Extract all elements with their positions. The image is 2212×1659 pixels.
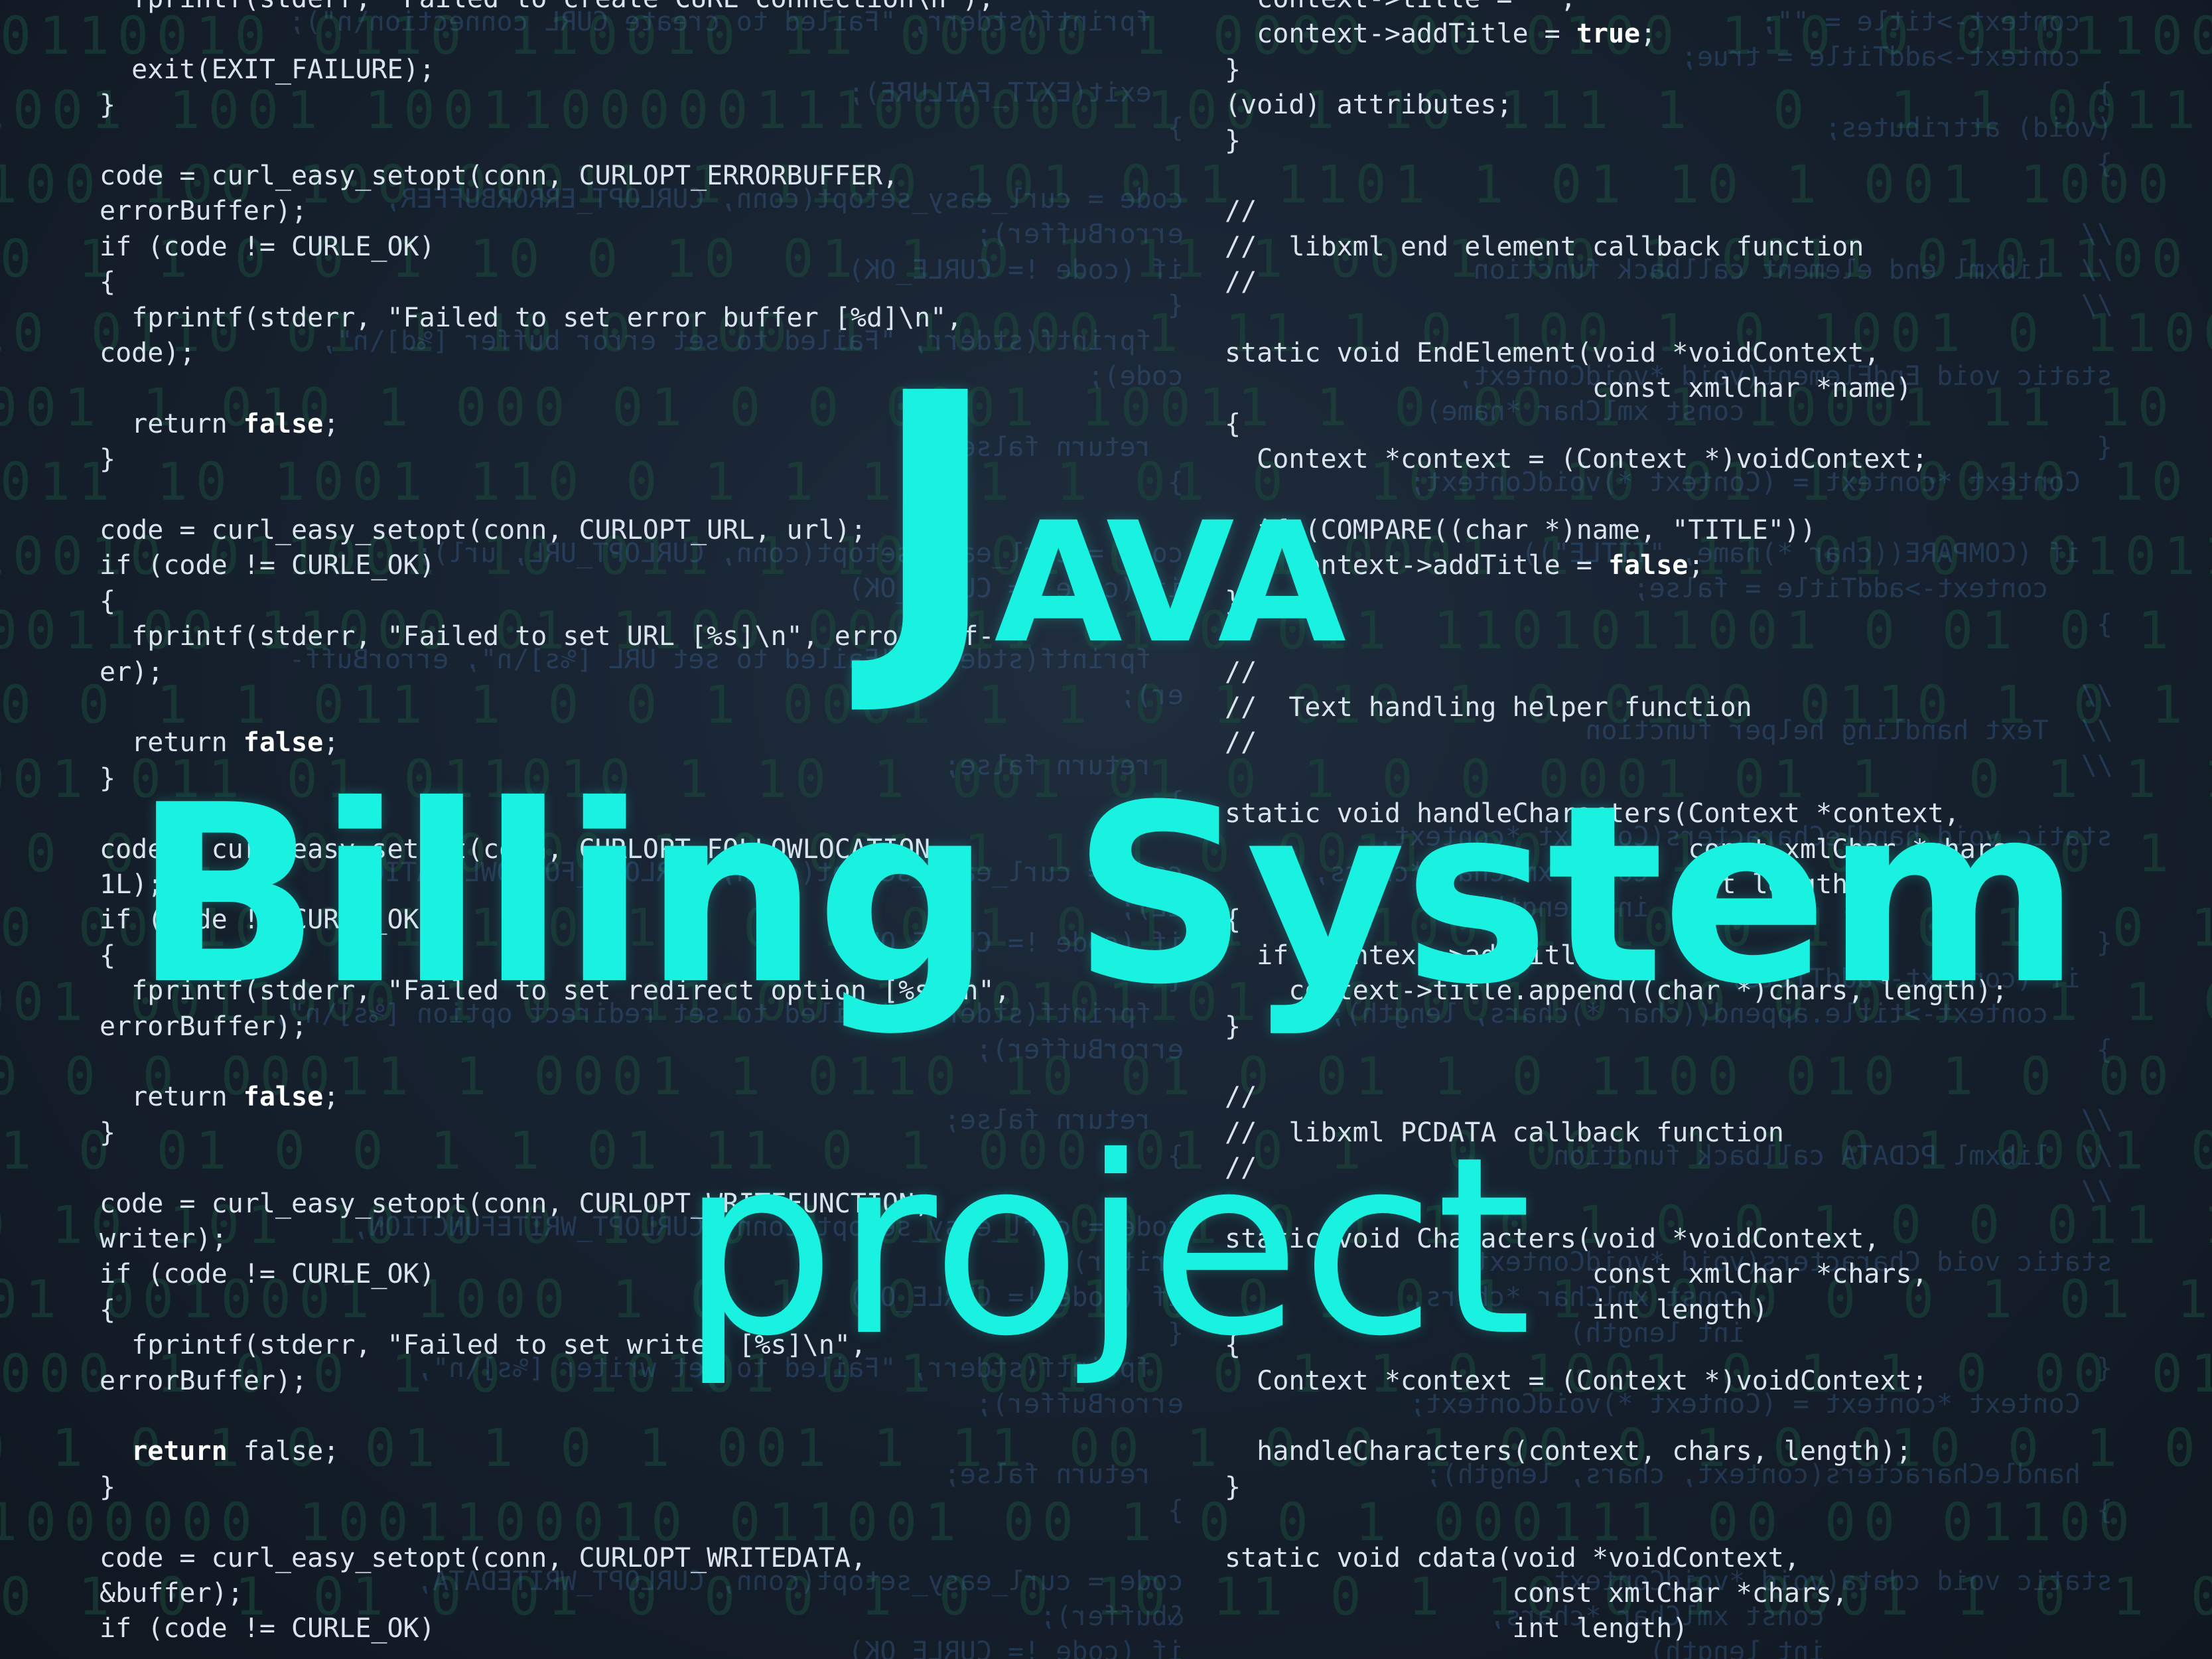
code-text: // libxml end element callback function <box>1225 231 1864 262</box>
code-line: } <box>1225 52 1241 88</box>
code-line: // <box>1225 265 1257 300</box>
code-text: ; <box>1640 19 1657 50</box>
title-billing-system: Billing System <box>133 753 2081 1039</box>
title-java-rest: AVA <box>994 486 1346 680</box>
code-text: (void) attributes; <box>1225 90 1513 121</box>
code-line: // libxml end element callback function <box>1225 230 1864 265</box>
code-line: context->title = ""; <box>1225 0 1576 17</box>
code-text: } <box>1225 125 1241 156</box>
code-line: handleCharacters(context, chars, length)… <box>1225 1434 1912 1469</box>
code-line: // <box>1225 194 1257 229</box>
code-line: } <box>1225 123 1241 159</box>
code-line: (void) attributes; <box>1225 88 1512 123</box>
code-text: // <box>1225 196 1257 227</box>
code-text: int length) <box>1225 1613 1689 1644</box>
code-text: const xmlChar *chars, <box>1225 1578 1848 1609</box>
code-text: } <box>1225 54 1241 85</box>
code-text: handleCharacters(context, chars, length)… <box>1225 1436 1912 1467</box>
code-text: context->title = ""; <box>1225 0 1576 14</box>
title-java: JAVA <box>0 348 2212 733</box>
code-line: context->addTitle = true; <box>1225 17 1656 52</box>
title-project: project <box>679 1105 1533 1390</box>
code-line: int length) <box>1225 1611 1688 1646</box>
code-text: static void cdata(void *voidContext, <box>1225 1542 1800 1573</box>
code-line: const xmlChar *chars, <box>1225 1576 1848 1611</box>
code-line: static void cdata(void *voidContext, <box>1225 1541 1800 1576</box>
code-text: context->addTitle = <box>1225 19 1576 50</box>
code-line: static void EndElement(void *voidContext… <box>1225 336 1880 371</box>
code-keyword: true <box>1576 19 1641 50</box>
code-text: static void EndElement(void *voidContext… <box>1225 338 1880 368</box>
title-java-initial: J <box>871 320 1000 722</box>
code-line: } <box>1225 1470 1241 1505</box>
code-text: // <box>1225 267 1257 298</box>
code-text: } <box>1225 1471 1241 1502</box>
